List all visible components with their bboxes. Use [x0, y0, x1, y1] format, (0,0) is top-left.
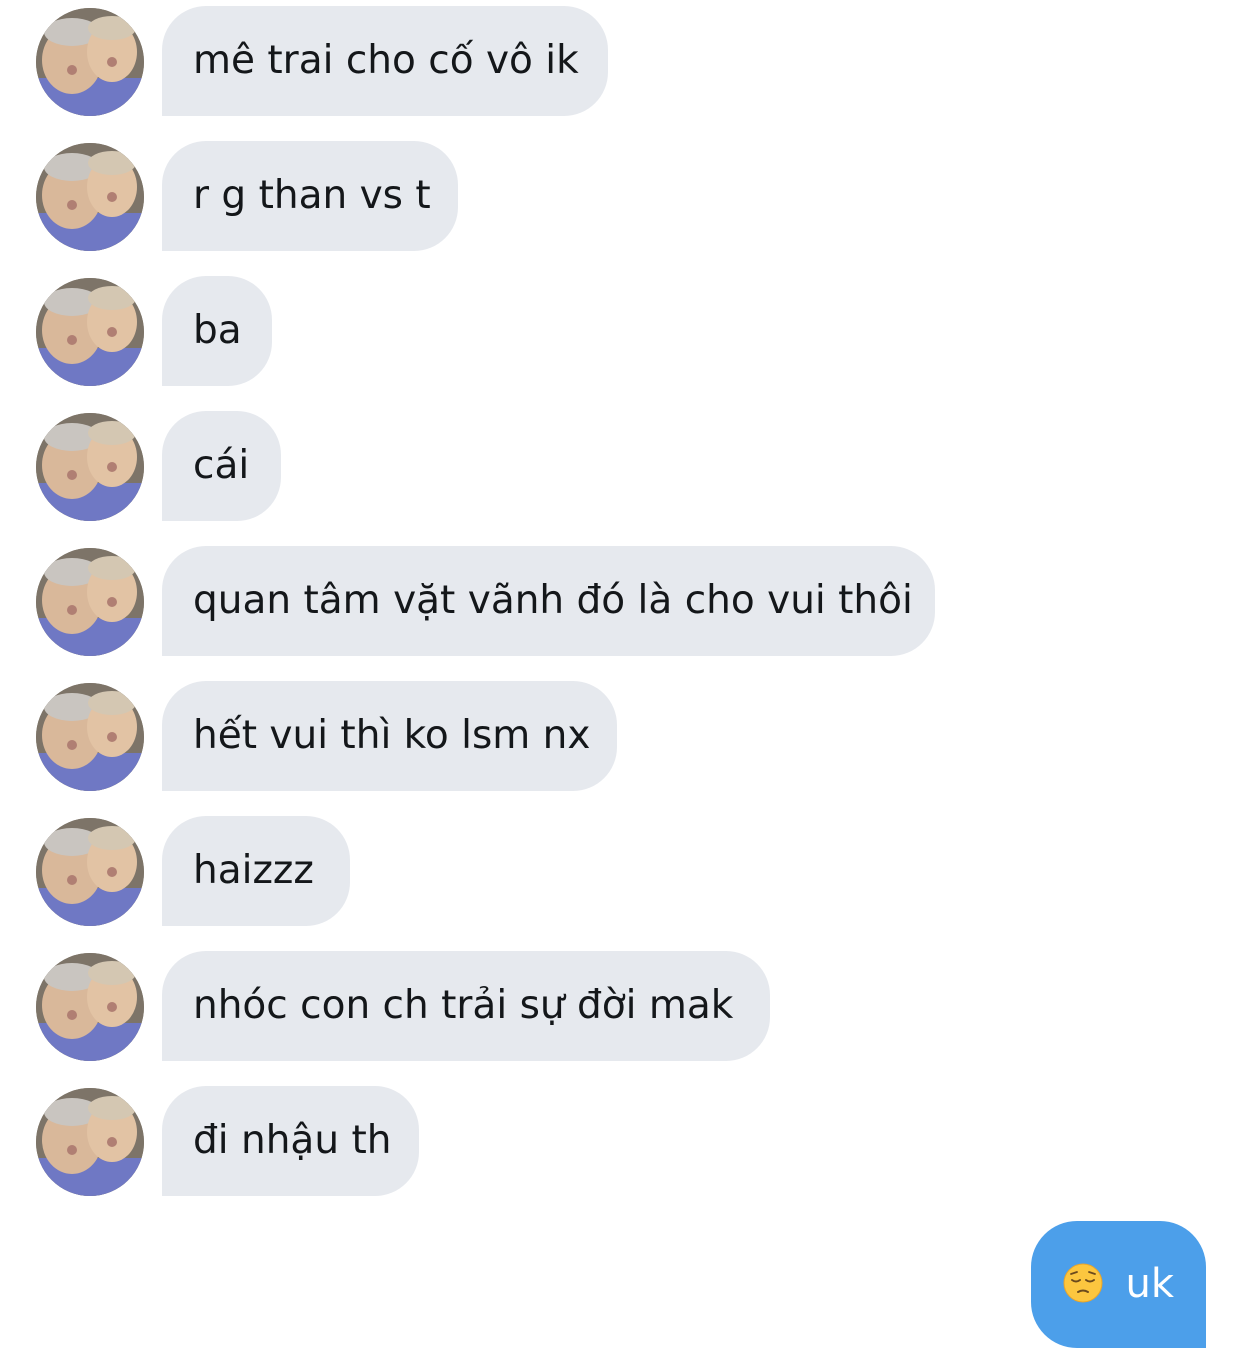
avatar[interactable] [36, 278, 144, 386]
message-row: cái [0, 411, 1242, 521]
avatar-photo [36, 548, 144, 656]
incoming-message-bubble[interactable]: cái [162, 411, 281, 521]
avatar[interactable] [36, 548, 144, 656]
avatar[interactable] [36, 1088, 144, 1196]
outgoing-message-text: uk [1125, 1261, 1174, 1307]
incoming-message-bubble[interactable]: đi nhậu th [162, 1086, 419, 1196]
incoming-message-bubble[interactable]: r g than vs t [162, 141, 458, 251]
avatar-photo [36, 413, 144, 521]
message-row: hết vui thì ko lsm nx [0, 681, 1242, 791]
pensive-face-emoji-icon [1063, 1263, 1103, 1303]
avatar[interactable] [36, 8, 144, 116]
message-row: mê trai cho cố vô ik [0, 6, 1242, 116]
incoming-message-bubble[interactable]: mê trai cho cố vô ik [162, 6, 608, 116]
incoming-message-bubble[interactable]: nhóc con ch trải sự đời mak [162, 951, 770, 1061]
message-row: đi nhậu th [0, 1086, 1242, 1196]
avatar-photo [36, 143, 144, 251]
avatar-photo [36, 953, 144, 1061]
incoming-message-bubble[interactable]: haizzz [162, 816, 350, 926]
avatar-photo [36, 818, 144, 926]
avatar-photo [36, 278, 144, 386]
message-thread: mê trai cho cố vô ik r g than vs t ba cá… [0, 0, 1242, 1367]
avatar-photo [36, 683, 144, 791]
avatar[interactable] [36, 683, 144, 791]
incoming-message-bubble[interactable]: hết vui thì ko lsm nx [162, 681, 617, 791]
message-row: ba [0, 276, 1242, 386]
incoming-message-bubble[interactable]: ba [162, 276, 272, 386]
outgoing-message-bubble[interactable]: uk [1031, 1221, 1206, 1348]
avatar[interactable] [36, 953, 144, 1061]
avatar-photo [36, 1088, 144, 1196]
message-row: quan tâm vặt vãnh đó là cho vui thôi [0, 546, 1242, 656]
message-row: nhóc con ch trải sự đời mak [0, 951, 1242, 1061]
message-row: haizzz [0, 816, 1242, 926]
avatar[interactable] [36, 818, 144, 926]
message-row: r g than vs t [0, 141, 1242, 251]
avatar[interactable] [36, 413, 144, 521]
avatar[interactable] [36, 143, 144, 251]
incoming-message-bubble[interactable]: quan tâm vặt vãnh đó là cho vui thôi [162, 546, 935, 656]
avatar-photo [36, 8, 144, 116]
